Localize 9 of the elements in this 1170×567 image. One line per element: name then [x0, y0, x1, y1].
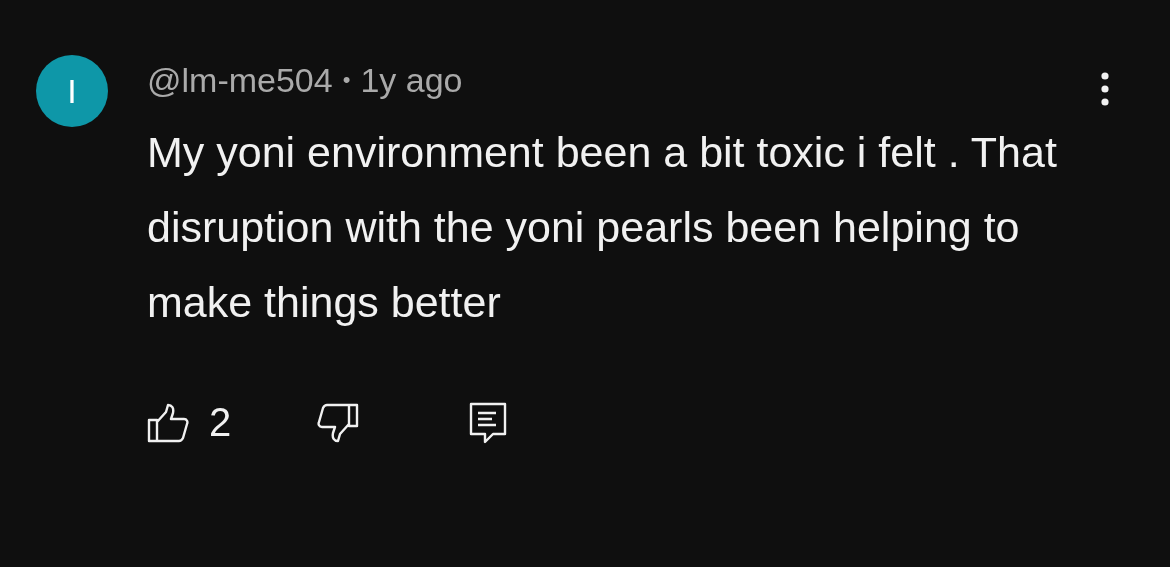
thumbs-down-icon[interactable]	[317, 402, 360, 443]
comment-icon[interactable]	[469, 401, 508, 444]
separator-dot: •	[342, 67, 351, 93]
thumbs-up-icon[interactable]	[147, 402, 189, 443]
like-count: 2	[209, 400, 232, 445]
author-handle[interactable]: @lm-me504	[147, 60, 333, 100]
comment-text: My yoni environment been a bit toxic i felt . That disruption with the yoni pearls been helping to make things better	[147, 127, 1058, 328]
comment-time[interactable]: 1y ago	[360, 60, 463, 100]
more-options-icon[interactable]	[1100, 71, 1110, 107]
